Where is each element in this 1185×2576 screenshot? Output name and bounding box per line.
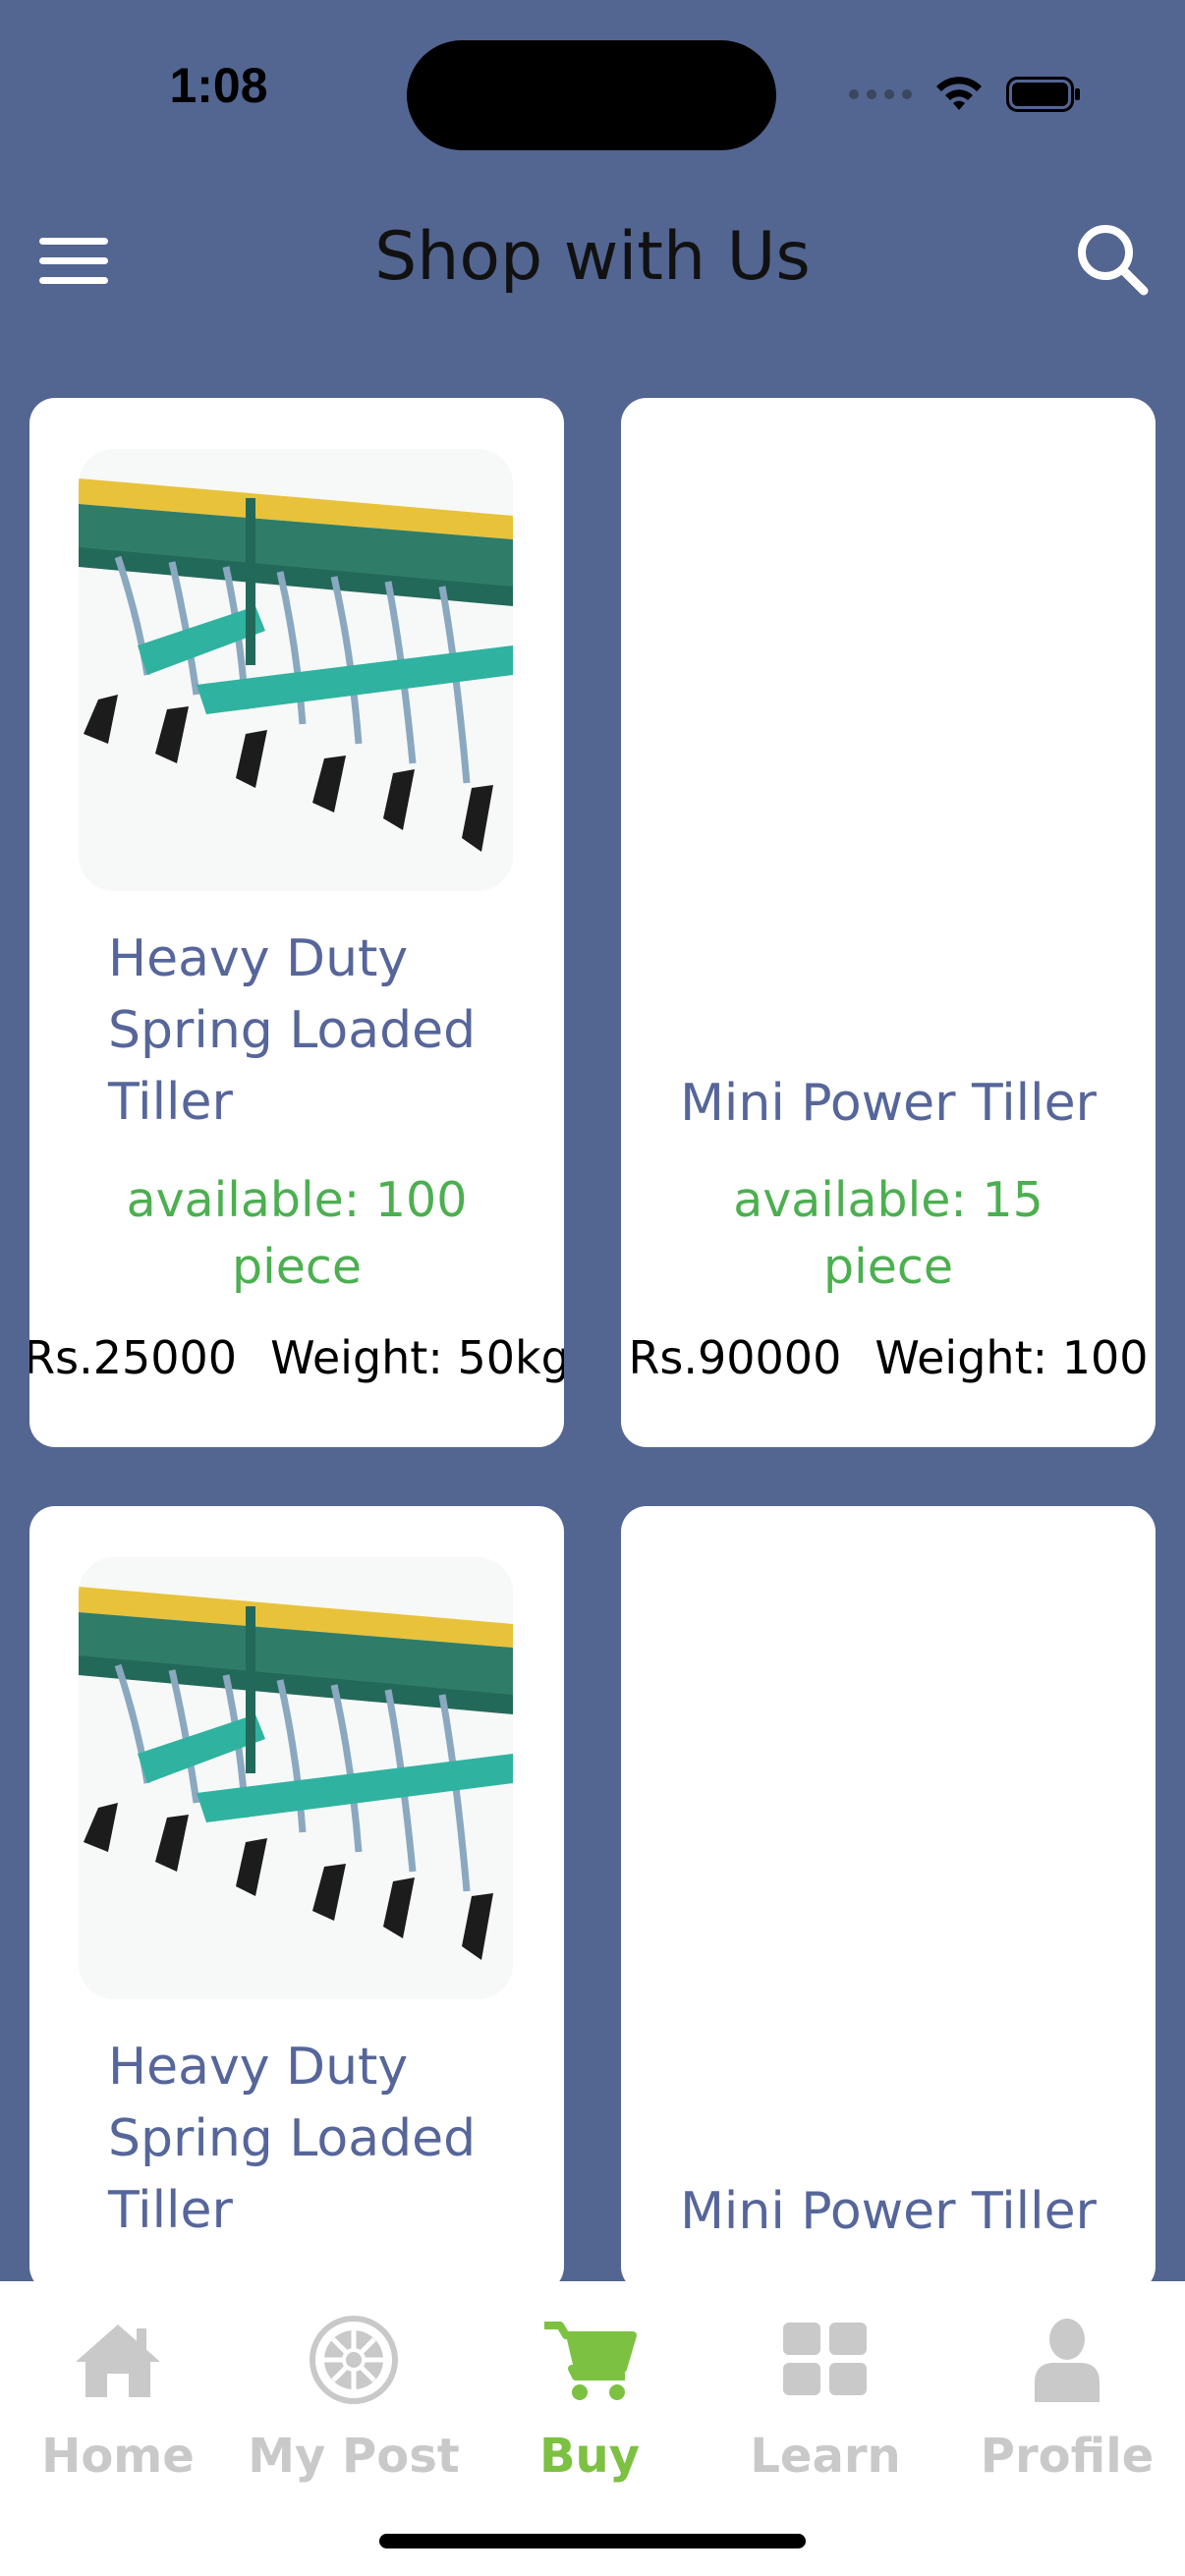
cart-icon — [544, 2322, 637, 2400]
product-price: Rs.90000 — [628, 1331, 842, 1384]
product-card[interactable]: Mini Power Tiller — [621, 1506, 1156, 2292]
emblem-icon — [310, 2316, 398, 2404]
product-card[interactable]: Mini Power Tiller available: 15 piece Rs… — [621, 398, 1156, 1447]
home-indicator[interactable] — [379, 2534, 806, 2548]
nav-buy[interactable]: Buy — [472, 2311, 707, 2507]
nav-profile[interactable]: Profile — [949, 2311, 1185, 2507]
product-price-row: Rs.90000 Weight: 100 — [621, 1331, 1156, 1384]
product-title: Mini Power Tiller — [680, 2182, 1097, 2241]
page-title: Shop with Us — [374, 218, 811, 296]
product-availability: available: 100 piece — [126, 1172, 468, 1295]
nav-home[interactable]: Home — [0, 2311, 236, 2507]
menu-button[interactable] — [39, 234, 110, 289]
product-price-row: Rs.25000 Weight: 50kg — [29, 1331, 564, 1384]
nav-my-post[interactable]: My Post — [236, 2311, 472, 2507]
battery-icon — [1006, 77, 1080, 112]
home-icon — [76, 2324, 160, 2397]
nav-label: Buy — [538, 2429, 641, 2484]
product-image — [79, 449, 513, 891]
shop-screen: 1:08 Shop with Us Heavy Duty Spring Load… — [0, 0, 1185, 2576]
nav-label: Learn — [750, 2429, 901, 2484]
seed-drill-tiller-image — [79, 1557, 513, 1999]
product-card[interactable]: Heavy Duty Spring Loaded Tiller availabl… — [29, 398, 564, 1447]
grid-icon — [783, 2323, 867, 2395]
product-title: Heavy Duty Spring Loaded Tiller — [108, 2038, 477, 2240]
status-time: 1:08 — [169, 58, 268, 113]
product-weight: Weight: 100 — [875, 1331, 1149, 1384]
product-card[interactable]: Heavy Duty Spring Loaded Tiller — [29, 1506, 564, 2292]
nav-label: Profile — [980, 2429, 1155, 2484]
wifi-icon — [936, 77, 982, 110]
nav-learn[interactable]: Learn — [707, 2311, 943, 2507]
product-availability: available: 15 piece — [733, 1172, 1044, 1295]
nav-label: Home — [41, 2429, 195, 2484]
search-icon — [1078, 225, 1149, 296]
status-icons — [849, 73, 1083, 116]
hamburger-menu-icon — [39, 238, 108, 284]
product-title: Heavy Duty Spring Loaded Tiller — [108, 929, 477, 1132]
seed-drill-tiller-image — [79, 449, 513, 891]
product-price: Rs.25000 — [29, 1331, 238, 1384]
dynamic-island — [407, 40, 776, 150]
nav-label: My Post — [248, 2429, 460, 2484]
product-image — [79, 1557, 513, 1999]
cellular-signal-icon — [849, 89, 912, 99]
product-title: Mini Power Tiller — [680, 1074, 1097, 1133]
bottom-navigation: Home My Post Buy Learn Profile — [0, 2281, 1185, 2576]
search-button[interactable] — [1073, 220, 1152, 299]
product-weight: Weight: 50kg — [270, 1331, 564, 1384]
person-icon — [1035, 2319, 1100, 2402]
